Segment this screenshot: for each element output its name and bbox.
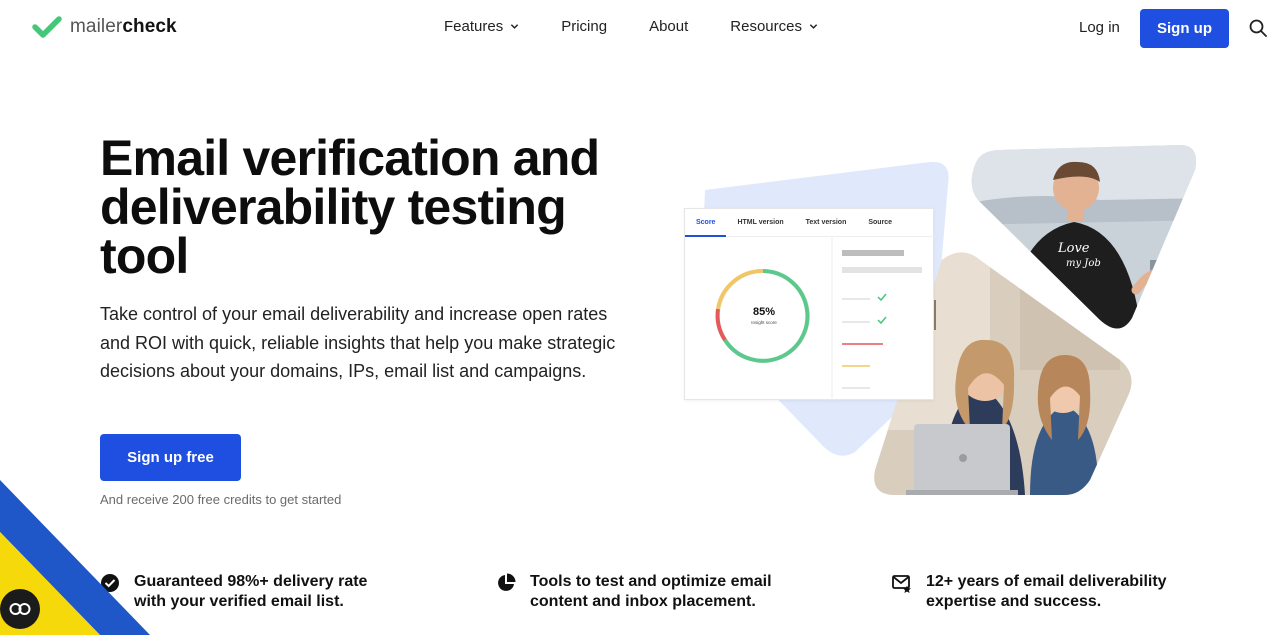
svg-text:my Job: my Job — [1066, 258, 1101, 269]
nav-item-about[interactable]: About — [649, 18, 688, 35]
insight-score-value: 85% — [752, 306, 776, 318]
logo[interactable]: mailercheck — [32, 16, 177, 38]
score-card: Score HTML version Text version Source 8… — [684, 208, 935, 401]
signup-free-button[interactable]: Sign up free — [100, 434, 241, 481]
mail-star-icon — [892, 575, 911, 593]
tab-text-version[interactable]: Text version — [795, 209, 858, 237]
chevron-down-icon — [809, 24, 818, 29]
score-card-tabs: Score HTML version Text version Source — [685, 209, 935, 237]
feature-text: Guaranteed 98%+ delivery rate with your … — [134, 573, 368, 610]
logo-check-icon — [32, 16, 62, 38]
feature-expertise: 12+ years of email deliverability expert… — [892, 572, 1192, 612]
svg-text:Love: Love — [1057, 241, 1090, 256]
logo-text: mailercheck — [70, 16, 177, 37]
signup-button[interactable]: Sign up — [1140, 9, 1229, 48]
search-icon[interactable] — [1249, 19, 1267, 37]
insight-score-label: Insight score — [751, 320, 777, 325]
hero-title: Email verification and deliverability te… — [100, 130, 600, 284]
login-link[interactable]: Log in — [1079, 19, 1120, 36]
nav-item-features[interactable]: Features — [444, 18, 519, 35]
feature-text: Tools to test and optimize email content… — [530, 573, 772, 610]
feature-text: 12+ years of email deliverability expert… — [926, 573, 1167, 610]
tab-source[interactable]: Source — [857, 209, 903, 237]
pie-chart-icon — [498, 573, 516, 591]
accessibility-button[interactable] — [0, 589, 40, 629]
accessibility-icon — [9, 603, 31, 615]
nav-item-label: About — [649, 18, 689, 35]
nav-item-resources[interactable]: Resources — [730, 18, 818, 35]
chevron-down-icon — [511, 24, 519, 29]
nav-item-label: Features — [444, 18, 504, 35]
nav-item-label: Pricing — [561, 18, 608, 35]
main-menu: Features Pricing About Resources — [444, 18, 818, 35]
score-ring — [715, 237, 922, 401]
tab-score[interactable]: Score — [685, 209, 727, 237]
feature-testing-tools: Tools to test and optimize email content… — [496, 572, 796, 612]
top-nav: mailercheck Features Pricing About Resou… — [0, 0, 1280, 56]
hero-description: Take control of your email deliverabilit… — [100, 304, 616, 381]
tab-html-version[interactable]: HTML version — [726, 209, 794, 237]
nav-item-label: Resources — [730, 18, 802, 35]
nav-item-pricing[interactable]: Pricing — [561, 18, 607, 35]
